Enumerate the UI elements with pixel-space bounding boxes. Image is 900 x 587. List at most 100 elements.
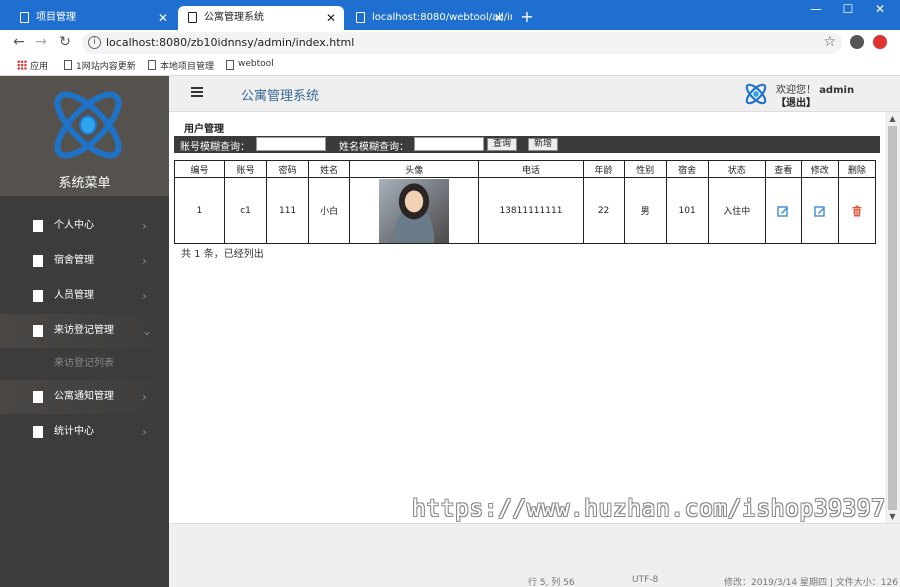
extension-icon[interactable] bbox=[873, 35, 887, 49]
name-search-input[interactable] bbox=[414, 137, 484, 151]
username: admin bbox=[819, 85, 855, 96]
column-header: 密码 bbox=[266, 160, 310, 178]
close-icon[interactable]: ✕ bbox=[158, 6, 168, 30]
profile-icon[interactable] bbox=[850, 35, 864, 49]
bookmark-item[interactable]: 1网站内容更新 bbox=[62, 59, 136, 72]
status-text: 修改：2019/3/14 星期四 | 文件大小：126 bbox=[724, 578, 898, 587]
sidebar-item-stats[interactable]: 统计中心 › bbox=[0, 415, 169, 449]
document-icon bbox=[33, 290, 43, 302]
bookmark-item[interactable]: 本地项目管理 bbox=[146, 59, 214, 72]
column-header: 查看 bbox=[764, 160, 802, 178]
view-edit-icon[interactable] bbox=[777, 205, 789, 217]
close-icon[interactable]: ✕ bbox=[326, 6, 336, 30]
browser-tab-1[interactable]: 项目管理 ✕ bbox=[10, 6, 176, 30]
cell-phone: 13811111111 bbox=[478, 177, 584, 244]
browser-tabbar: 项目管理 ✕ 公寓管理系统 ✕ localhost:8080/webtool/a… bbox=[0, 0, 900, 30]
account-search-input[interactable] bbox=[256, 137, 326, 151]
app-header: 公寓管理系统 欢迎您！ admin 【退出】 bbox=[169, 76, 900, 112]
cell-dorm: 101 bbox=[665, 177, 709, 244]
document-icon bbox=[356, 12, 365, 23]
reload-icon[interactable]: ↻ bbox=[56, 34, 74, 50]
bookmarks-bar: 应用 1网站内容更新 本地项目管理 webtool bbox=[0, 56, 900, 76]
sidebar-item-notice[interactable]: 公寓通知管理 › bbox=[0, 380, 169, 414]
cell-age: 22 bbox=[582, 177, 625, 244]
chevron-right-icon: › bbox=[142, 254, 147, 268]
cell-id: 1 bbox=[173, 177, 226, 244]
search-button[interactable]: 查询 bbox=[487, 138, 518, 151]
column-header: 头像 bbox=[349, 160, 480, 178]
document-icon bbox=[226, 60, 234, 70]
url-field[interactable]: i localhost:8080/zb10idnnsy/admin/index.… bbox=[82, 32, 842, 54]
atom-logo-icon bbox=[54, 91, 122, 159]
apps-icon bbox=[17, 60, 27, 70]
document-icon bbox=[33, 220, 43, 232]
column-header: 状态 bbox=[707, 160, 766, 178]
close-icon[interactable]: ✕ bbox=[494, 6, 504, 30]
document-icon bbox=[148, 60, 156, 70]
column-header: 性别 bbox=[623, 160, 667, 178]
watermark: https://www.huzhan.com/ishop39397 bbox=[412, 496, 886, 522]
browser-tab-3[interactable]: localhost:8080/webtool/all/in ✕ bbox=[346, 6, 512, 30]
document-icon bbox=[64, 60, 72, 70]
star-icon[interactable]: ☆ bbox=[823, 34, 836, 50]
cell-status: 入住中 bbox=[707, 177, 766, 244]
scroll-down-icon[interactable]: ▼ bbox=[885, 512, 900, 521]
account-search-label: 账号模糊查询： bbox=[180, 142, 250, 153]
sidebar-item-dorm[interactable]: 宿舍管理 › bbox=[0, 244, 169, 278]
browser-tab-2[interactable]: 公寓管理系统 ✕ bbox=[178, 6, 344, 30]
bookmark-apps[interactable]: 应用 bbox=[16, 59, 48, 72]
document-icon bbox=[20, 12, 29, 23]
sidebar-item-personal[interactable]: 个人中心 › bbox=[0, 209, 169, 243]
scrollbar-thumb[interactable] bbox=[888, 126, 897, 510]
document-icon bbox=[33, 426, 43, 438]
minimize-icon[interactable]: — bbox=[806, 2, 826, 16]
document-icon bbox=[33, 325, 43, 337]
info-icon[interactable]: i bbox=[88, 36, 101, 49]
vertical-scrollbar[interactable]: ▲ ▼ bbox=[885, 112, 900, 523]
scroll-up-icon[interactable]: ▲ bbox=[885, 114, 900, 123]
forward-icon[interactable]: → bbox=[32, 34, 50, 50]
sidebar: 系统菜单 个人中心 › 宿舍管理 › 人员管理 › 来访登记管理 ⌄ 来访登记列… bbox=[0, 76, 169, 587]
cell-delete bbox=[837, 177, 877, 244]
document-icon bbox=[188, 12, 197, 23]
new-tab-icon[interactable]: + bbox=[518, 6, 536, 28]
sidebar-item-staff[interactable]: 人员管理 › bbox=[0, 279, 169, 313]
cell-view bbox=[764, 177, 802, 244]
cell-password: 111 bbox=[266, 177, 310, 244]
url-text: localhost:8080/zb10idnnsy/admin/index.ht… bbox=[106, 36, 355, 49]
column-header: 姓名 bbox=[308, 160, 351, 178]
maximize-icon[interactable]: ☐ bbox=[838, 2, 858, 16]
sidebar-subitem-visitor-list[interactable]: 来访登记列表 bbox=[0, 348, 169, 380]
back-icon[interactable]: ← bbox=[10, 34, 28, 50]
search-bar: 账号模糊查询： 姓名模糊查询： 查询 新增 bbox=[174, 136, 880, 153]
add-button[interactable]: 新增 bbox=[528, 138, 559, 151]
trash-icon[interactable] bbox=[851, 205, 863, 217]
bookmark-item[interactable]: webtool bbox=[224, 59, 274, 70]
cell-name: 小白 bbox=[308, 177, 351, 244]
status-text: 行 5, 列 56 bbox=[528, 578, 575, 587]
column-header: 账号 bbox=[224, 160, 268, 178]
chevron-right-icon: › bbox=[142, 289, 147, 303]
edit-icon[interactable] bbox=[814, 205, 826, 217]
page-title: 公寓管理系统 bbox=[241, 89, 320, 104]
table-header-row: 编号 账号 密码 姓名 头像 电话 年龄 性别 宿舍 状态 查看 修改 删除 bbox=[173, 160, 877, 178]
column-header: 编号 bbox=[173, 160, 226, 178]
cell-account: c1 bbox=[224, 177, 268, 244]
record-summary: 共 1 条，已经列出 bbox=[181, 249, 264, 260]
window-close-icon[interactable]: ✕ bbox=[870, 2, 890, 16]
document-icon bbox=[33, 255, 43, 267]
chevron-right-icon: › bbox=[142, 390, 147, 404]
user-table: 编号 账号 密码 姓名 头像 电话 年龄 性别 宿舍 状态 查看 修改 删除 1… bbox=[173, 160, 877, 244]
logout-link[interactable]: 【退出】 bbox=[776, 94, 816, 109]
column-header: 修改 bbox=[800, 160, 839, 178]
menu-toggle-icon[interactable] bbox=[191, 87, 203, 97]
chevron-down-icon: ⌄ bbox=[142, 324, 153, 338]
chevron-right-icon: › bbox=[142, 425, 147, 439]
cell-edit bbox=[800, 177, 839, 244]
sidebar-item-visitor[interactable]: 来访登记管理 ⌄ bbox=[0, 314, 169, 348]
atom-logo-icon bbox=[745, 83, 767, 105]
column-header: 宿舍 bbox=[665, 160, 709, 178]
chevron-right-icon: › bbox=[142, 219, 147, 233]
main-content: 用户管理 账号模糊查询： 姓名模糊查询： 查询 新增 编号 账号 密码 姓名 头… bbox=[169, 112, 885, 523]
address-bar: ← → ↻ i localhost:8080/zb10idnnsy/admin/… bbox=[0, 30, 900, 56]
